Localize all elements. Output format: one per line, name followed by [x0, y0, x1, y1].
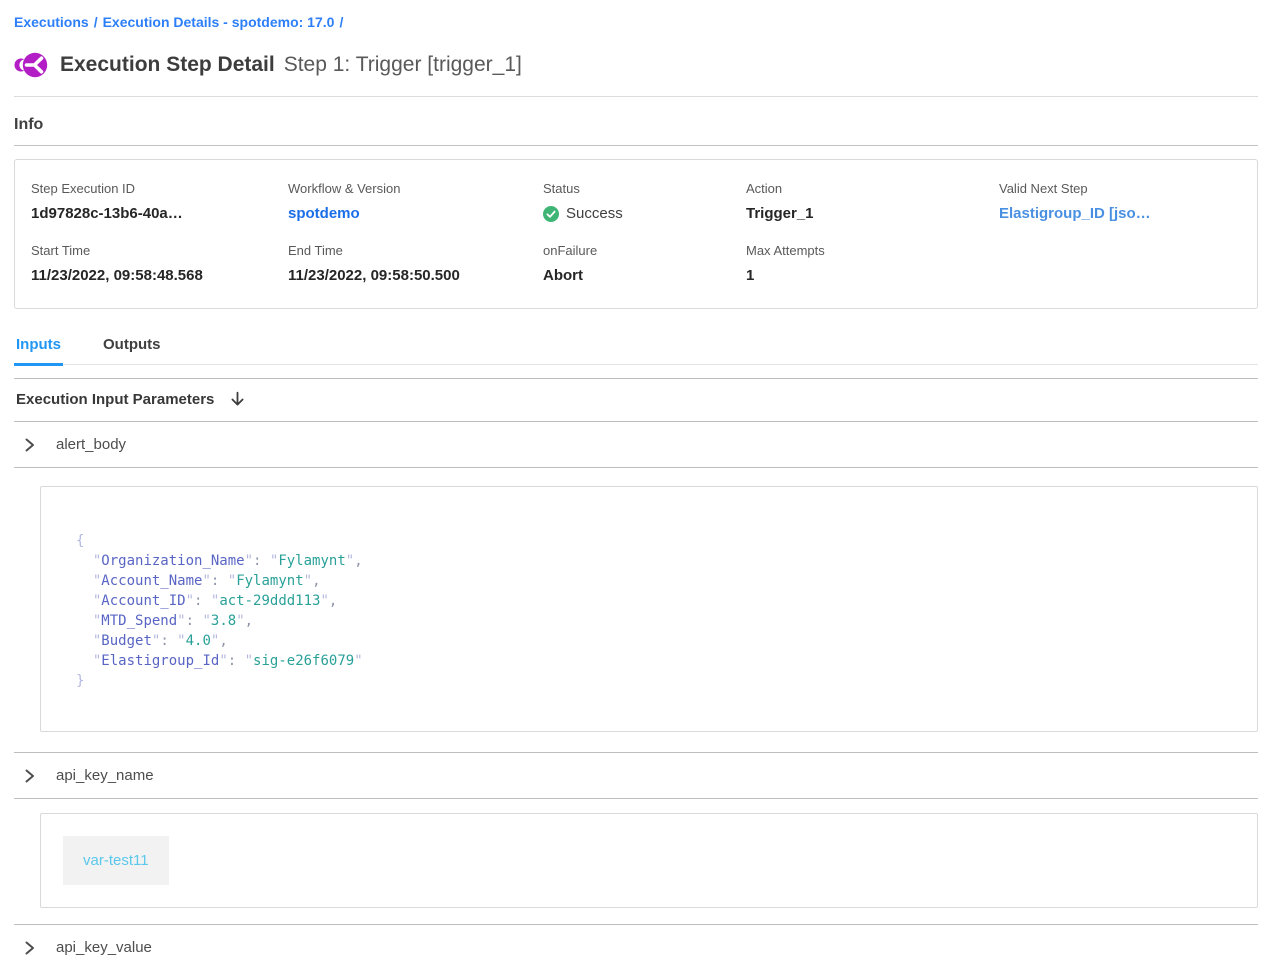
section-divider: [14, 467, 1258, 468]
status-badge: Success: [543, 205, 746, 222]
api-key-name-panel: var-test11: [40, 813, 1258, 908]
field-value: Trigger_1: [746, 205, 999, 222]
fylamynt-logo-icon: [14, 49, 48, 81]
page-title: Execution Step Detail: [60, 53, 275, 77]
field-value: 11/23/2022, 09:58:48.568: [31, 267, 288, 284]
field-label: Start Time: [31, 243, 288, 258]
page-subtitle: Step 1: Trigger [trigger_1]: [284, 53, 522, 77]
valid-next-step-link[interactable]: Elastigroup_ID [jso…: [999, 205, 1241, 222]
field-label: Step Execution ID: [31, 181, 288, 196]
info-card: Step Execution ID 1d97828c-13b6-40a… Wor…: [14, 159, 1258, 309]
field-label: onFailure: [543, 243, 746, 258]
field-label: Action: [746, 181, 999, 196]
field-label: Valid Next Step: [999, 181, 1241, 196]
chevron-right-icon: [22, 769, 36, 783]
field-start-time: Start Time 11/23/2022, 09:58:48.568: [31, 243, 288, 284]
chevron-right-icon: [22, 941, 36, 955]
page-title-row: Execution Step Detail Step 1: Trigger [t…: [14, 49, 1258, 81]
tab-outputs[interactable]: Outputs: [101, 332, 163, 366]
section-row-api-key-value[interactable]: api_key_value: [14, 925, 1258, 970]
section-divider: [14, 798, 1258, 799]
section-row-alert-body[interactable]: alert_body: [14, 422, 1258, 467]
section-row-api-key-name[interactable]: api_key_name: [14, 753, 1258, 798]
info-divider: [14, 145, 1258, 146]
download-arrow-icon[interactable]: [229, 391, 246, 408]
workflow-link[interactable]: spotdemo: [288, 205, 543, 222]
section-name: api_key_value: [56, 939, 152, 956]
field-label: End Time: [288, 243, 543, 258]
field-end-time: End Time 11/23/2022, 09:58:50.500: [288, 243, 543, 284]
chevron-right-icon: [22, 438, 36, 452]
field-label: Max Attempts: [746, 243, 999, 258]
field-workflow-version: Workflow & Version spotdemo: [288, 181, 543, 222]
execution-step-detail-page: Executions/Execution Details - spotdemo:…: [0, 0, 1272, 970]
field-value: 1: [746, 267, 999, 284]
field-onfailure: onFailure Abort: [543, 243, 746, 284]
field-value: Abort: [543, 267, 746, 284]
success-check-icon: [543, 206, 559, 222]
breadcrumb: Executions/Execution Details - spotdemo:…: [14, 0, 1258, 30]
field-value: 11/23/2022, 09:58:50.500: [288, 267, 543, 284]
params-heading-row: Execution Input Parameters: [14, 379, 1258, 421]
info-grid: Step Execution ID 1d97828c-13b6-40a… Wor…: [31, 181, 1241, 284]
breadcrumb-separator: /: [89, 14, 103, 30]
api-key-name-value: var-test11: [63, 836, 169, 885]
breadcrumb-executions[interactable]: Executions: [14, 14, 89, 30]
field-label: Status: [543, 181, 746, 196]
title-divider: [14, 96, 1258, 97]
breadcrumb-separator: /: [334, 14, 348, 30]
tab-bar: Inputs Outputs: [14, 332, 1258, 365]
field-status: Status Success: [543, 181, 746, 222]
field-max-attempts: Max Attempts 1: [746, 243, 999, 284]
section-name: alert_body: [56, 436, 126, 453]
breadcrumb-execution-details[interactable]: Execution Details - spotdemo: 17.0: [103, 14, 335, 30]
json-code: { "Organization_Name": "Fylamynt", "Acco…: [76, 531, 1237, 691]
field-action: Action Trigger_1: [746, 181, 999, 222]
field-value: 1d97828c-13b6-40a…: [31, 205, 288, 222]
info-heading: Info: [14, 116, 1258, 134]
field-empty: [999, 243, 1241, 284]
params-heading: Execution Input Parameters: [16, 391, 214, 408]
alert-body-json-panel: { "Organization_Name": "Fylamynt", "Acco…: [40, 486, 1258, 732]
field-label: Workflow & Version: [288, 181, 543, 196]
status-text: Success: [566, 205, 623, 222]
field-valid-next-step: Valid Next Step Elastigroup_ID [jso…: [999, 181, 1241, 222]
section-name: api_key_name: [56, 767, 154, 784]
field-step-execution-id: Step Execution ID 1d97828c-13b6-40a…: [31, 181, 288, 222]
tab-inputs[interactable]: Inputs: [14, 332, 63, 366]
